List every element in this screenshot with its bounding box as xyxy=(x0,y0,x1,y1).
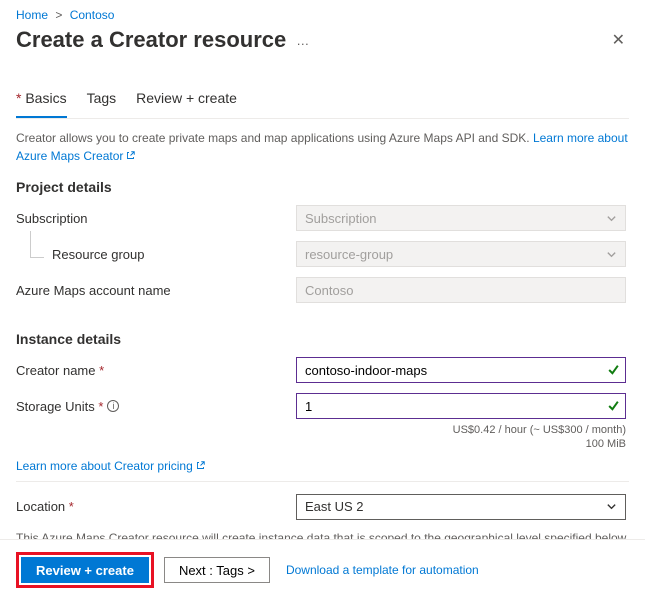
storage-price-info: US$0.42 / hour (~ US$300 / month) 100 Mi… xyxy=(16,423,626,452)
external-link-icon xyxy=(126,151,135,160)
account-name-input xyxy=(296,277,626,303)
download-template-link[interactable]: Download a template for automation xyxy=(286,563,479,577)
highlight-box: Review + create xyxy=(16,552,154,588)
creator-name-label: Creator name xyxy=(16,363,296,378)
close-icon[interactable]: ✕ xyxy=(608,26,629,54)
external-link-icon xyxy=(196,461,205,470)
footer-actions: Review + create Next : Tags > Download a… xyxy=(0,539,645,600)
chevron-down-icon xyxy=(606,213,617,224)
breadcrumb-parent[interactable]: Contoso xyxy=(70,8,115,22)
storage-units-input[interactable] xyxy=(296,393,626,419)
checkmark-icon xyxy=(607,364,620,377)
breadcrumb-home[interactable]: Home xyxy=(16,8,48,22)
next-tags-button[interactable]: Next : Tags > xyxy=(164,557,270,583)
chevron-down-icon xyxy=(606,501,617,512)
subscription-select[interactable]: Subscription xyxy=(296,205,626,231)
tab-tags[interactable]: Tags xyxy=(87,82,117,118)
account-name-label: Azure Maps account name xyxy=(16,283,296,298)
info-icon[interactable]: i xyxy=(107,400,119,412)
subscription-label: Subscription xyxy=(16,211,296,226)
instance-details-heading: Instance details xyxy=(16,331,629,347)
creator-pricing-link[interactable]: Learn more about Creator pricing xyxy=(16,459,205,473)
checkmark-icon xyxy=(607,400,620,413)
breadcrumb: Home > Contoso xyxy=(0,0,645,26)
chevron-right-icon: > xyxy=(55,8,62,22)
review-create-button[interactable]: Review + create xyxy=(21,557,149,583)
tab-description: Creator allows you to create private map… xyxy=(16,129,629,165)
storage-units-label: Storage Units i xyxy=(16,399,296,414)
tab-review[interactable]: Review + create xyxy=(136,82,237,118)
resource-group-label: Resource group xyxy=(16,247,296,262)
location-select[interactable]: East US 2 xyxy=(296,494,626,520)
resource-group-select[interactable]: resource-group xyxy=(296,241,626,267)
divider xyxy=(16,481,629,482)
more-icon[interactable]: … xyxy=(296,33,310,48)
tab-basics[interactable]: Basics xyxy=(16,82,67,118)
project-details-heading: Project details xyxy=(16,179,629,195)
creator-name-input[interactable] xyxy=(296,357,626,383)
location-label: Location xyxy=(16,499,296,514)
page-title: Create a Creator resource xyxy=(16,27,286,53)
chevron-down-icon xyxy=(606,249,617,260)
tabs: Basics Tags Review + create xyxy=(16,82,629,119)
